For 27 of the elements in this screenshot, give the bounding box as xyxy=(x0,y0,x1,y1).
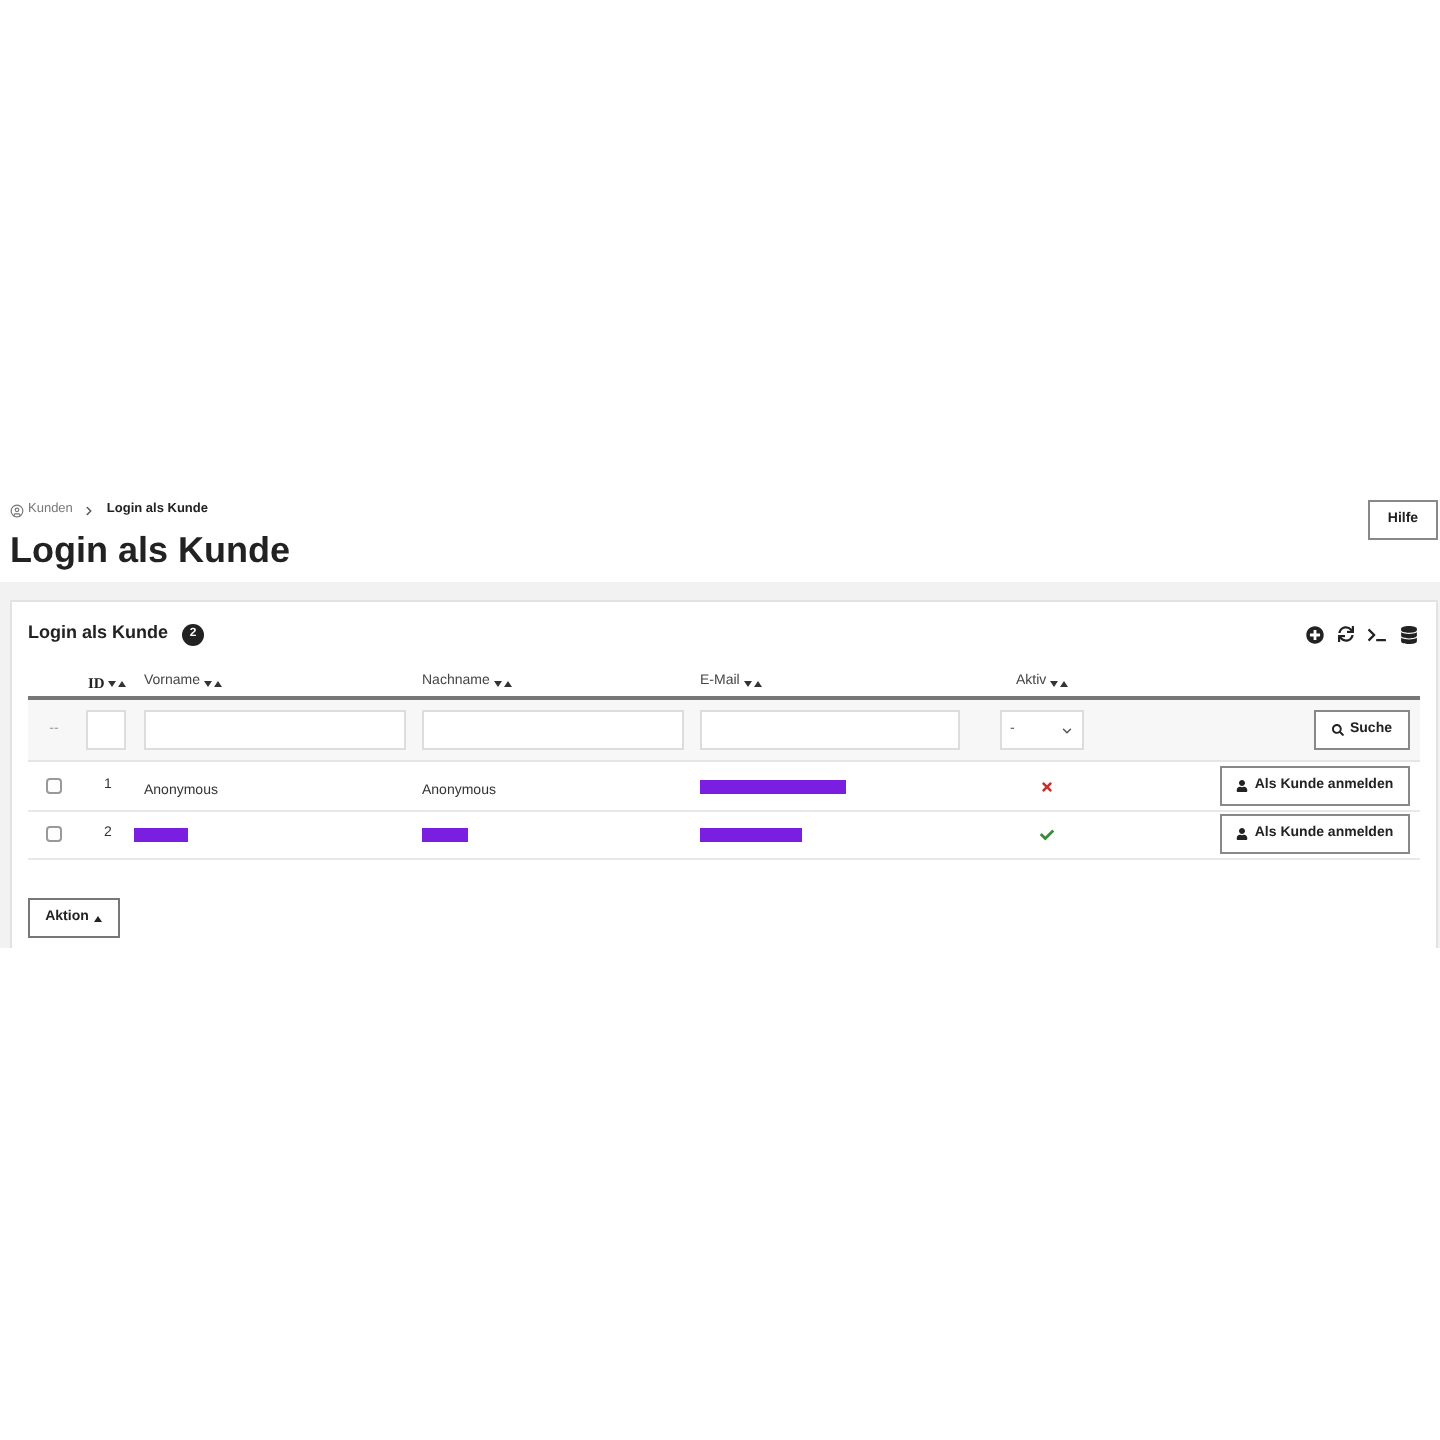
refresh-icon[interactable] xyxy=(1338,626,1354,642)
redaction-mark xyxy=(134,827,188,842)
redaction-mark xyxy=(422,827,468,842)
row-checkbox[interactable] xyxy=(46,778,62,794)
email-filter-field[interactable] xyxy=(700,710,960,750)
last-name-filter-field[interactable] xyxy=(422,710,684,750)
card-title: Login als Kunde xyxy=(28,620,169,647)
redaction-mark xyxy=(700,827,802,842)
sort-icon[interactable] xyxy=(493,679,512,687)
page-title: Login als Kunde xyxy=(10,528,291,572)
database-icon[interactable] xyxy=(1400,625,1418,643)
add-icon[interactable] xyxy=(1306,625,1324,643)
user-circle-icon xyxy=(10,503,24,517)
sort-icon[interactable] xyxy=(1050,679,1069,687)
id-filter-field[interactable] xyxy=(86,710,126,750)
sort-icon[interactable] xyxy=(743,679,762,687)
sort-icon[interactable] xyxy=(108,679,127,687)
terminal-icon[interactable] xyxy=(1368,625,1386,643)
chevron-right-icon xyxy=(82,503,97,517)
user-icon xyxy=(1236,780,1249,792)
search-icon xyxy=(1331,724,1344,736)
sort-icon[interactable] xyxy=(204,679,223,687)
chevron-down-icon xyxy=(1060,723,1074,737)
first-name-filter-field[interactable] xyxy=(144,710,406,750)
user-icon xyxy=(1236,828,1249,841)
row-checkbox[interactable] xyxy=(46,826,62,843)
caret-up-icon xyxy=(94,915,103,921)
